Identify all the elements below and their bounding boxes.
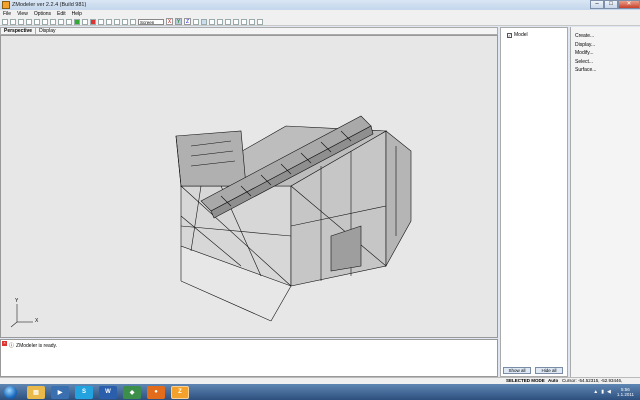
- vertex-mode-icon[interactable]: [209, 18, 215, 25]
- axis-x-toggle[interactable]: X: [166, 18, 173, 25]
- redo-icon[interactable]: [58, 18, 64, 25]
- axis-x-label: X: [35, 318, 39, 324]
- close-button[interactable]: ✕: [618, 0, 640, 9]
- command-select[interactable]: Select...: [575, 58, 636, 67]
- viewport-header: Perspective Display: [0, 27, 498, 35]
- rotate-icon[interactable]: [114, 18, 120, 25]
- zmodeler-taskbar-icon[interactable]: Z: [171, 385, 189, 399]
- edge-mode-icon[interactable]: [217, 18, 223, 25]
- command-display[interactable]: Display...: [575, 41, 636, 50]
- cut-icon[interactable]: [26, 18, 32, 25]
- axis-y-label: Y: [15, 298, 19, 304]
- open-file-icon[interactable]: [10, 18, 16, 25]
- move-icon[interactable]: [106, 18, 112, 25]
- save-icon[interactable]: [18, 18, 24, 25]
- axis-z-toggle[interactable]: Z: [184, 18, 191, 25]
- snap-icon[interactable]: [193, 18, 199, 25]
- word-taskbar-icon[interactable]: W: [99, 385, 117, 399]
- clock[interactable]: 5:56 1.1.2011: [614, 387, 637, 397]
- tray-arrow-icon[interactable]: ▲: [593, 389, 598, 395]
- tree-item-model[interactable]: ✓ Model: [501, 28, 567, 42]
- objects-panel: ✓ Model Show all Hide all: [500, 27, 568, 377]
- menu-help[interactable]: Help: [69, 11, 85, 17]
- select-icon[interactable]: [98, 18, 104, 25]
- pivot-icon[interactable]: [241, 18, 247, 25]
- tab-perspective[interactable]: Perspective: [1, 28, 37, 34]
- grid-icon[interactable]: [82, 18, 88, 25]
- output-message: ⓘ ZModeler is ready.: [9, 342, 58, 350]
- output-panel: × ⓘ ZModeler is ready.: [0, 339, 498, 377]
- clock-date: 1.1.2011: [616, 392, 634, 397]
- menu-edit[interactable]: Edit: [54, 11, 69, 17]
- media-taskbar-icon[interactable]: ▶: [51, 385, 69, 399]
- command-modify[interactable]: Modify...: [575, 49, 636, 58]
- selection-mode-status: SELECTED MODE: [506, 378, 545, 383]
- mirror-icon[interactable]: [130, 18, 136, 25]
- minimize-button[interactable]: –: [590, 0, 604, 9]
- tree-item-label: Model: [514, 32, 528, 38]
- zoom-icon[interactable]: [66, 18, 72, 25]
- system-tray: ▲ ▮ ◀ 5:56 1.1.2011: [593, 384, 640, 400]
- render-icon[interactable]: [74, 18, 80, 25]
- window-title: ZModeler ver 2.2.4 (Build 981): [12, 2, 87, 8]
- panel-buttons: Show all Hide all: [503, 367, 563, 374]
- status-bar: SELECTED MODE Auto Cursor: -54.52315, -5…: [0, 377, 640, 388]
- axis-gizmo: [10, 304, 33, 328]
- face-mode-icon[interactable]: [225, 18, 231, 25]
- menu-options[interactable]: Options: [31, 11, 54, 17]
- stop-icon[interactable]: [90, 18, 96, 25]
- copy-icon[interactable]: [34, 18, 40, 25]
- new-file-icon[interactable]: [2, 18, 8, 25]
- paste-icon[interactable]: [42, 18, 48, 25]
- app-icon[interactable]: [2, 1, 10, 9]
- toolbar: Screen X Y Z: [0, 18, 640, 26]
- menu-file[interactable]: File: [0, 11, 14, 17]
- command-surface[interactable]: Surface...: [575, 66, 636, 75]
- volume-icon[interactable]: ◀: [607, 389, 611, 395]
- magnet-icon[interactable]: [201, 18, 207, 25]
- arrow-icon[interactable]: [257, 18, 263, 25]
- skype-taskbar-icon[interactable]: S: [75, 385, 93, 399]
- commands-panel: Create... Display... Modify... Select...…: [570, 27, 640, 377]
- taskbar: ▤ ▶ S W ◆ ● Z ▲ ▮ ◀ 5:56 1.1.2011: [0, 384, 640, 400]
- start-button[interactable]: [4, 385, 17, 399]
- network-icon[interactable]: ▮: [601, 389, 604, 395]
- checkbox-model[interactable]: ✓: [507, 32, 512, 38]
- hide-all-button[interactable]: Hide all: [535, 367, 563, 374]
- firefox-taskbar-icon[interactable]: ●: [147, 385, 165, 399]
- close-icon[interactable]: ×: [2, 341, 7, 346]
- info-icon: ⓘ: [9, 343, 15, 349]
- title-bar: ZModeler ver 2.2.4 (Build 981) – □ ✕: [0, 0, 640, 10]
- auto-status: Auto: [548, 378, 559, 383]
- command-create[interactable]: Create...: [575, 32, 636, 41]
- menu-bar: File View Options Edit Help: [0, 10, 640, 18]
- lock-icon[interactable]: [249, 18, 255, 25]
- output-text: ZModeler is ready.: [16, 342, 58, 349]
- explorer-taskbar-icon[interactable]: ▤: [27, 385, 45, 399]
- axis-y-toggle[interactable]: Y: [175, 18, 182, 25]
- object-mode-icon[interactable]: [233, 18, 239, 25]
- window-controls: – □ ✕: [590, 0, 640, 9]
- scale-icon[interactable]: [122, 18, 128, 25]
- undo-icon[interactable]: [50, 18, 56, 25]
- menu-view[interactable]: View: [14, 11, 31, 17]
- display-options-tab[interactable]: Display: [36, 28, 58, 34]
- maximize-button[interactable]: □: [604, 0, 618, 9]
- coordinate-mode-select[interactable]: Screen: [138, 18, 164, 25]
- network-taskbar-icon[interactable]: ◆: [123, 385, 141, 399]
- show-all-button[interactable]: Show all: [503, 367, 531, 374]
- wireframe-model: [175, 115, 412, 322]
- perspective-viewport[interactable]: Y X: [0, 35, 498, 338]
